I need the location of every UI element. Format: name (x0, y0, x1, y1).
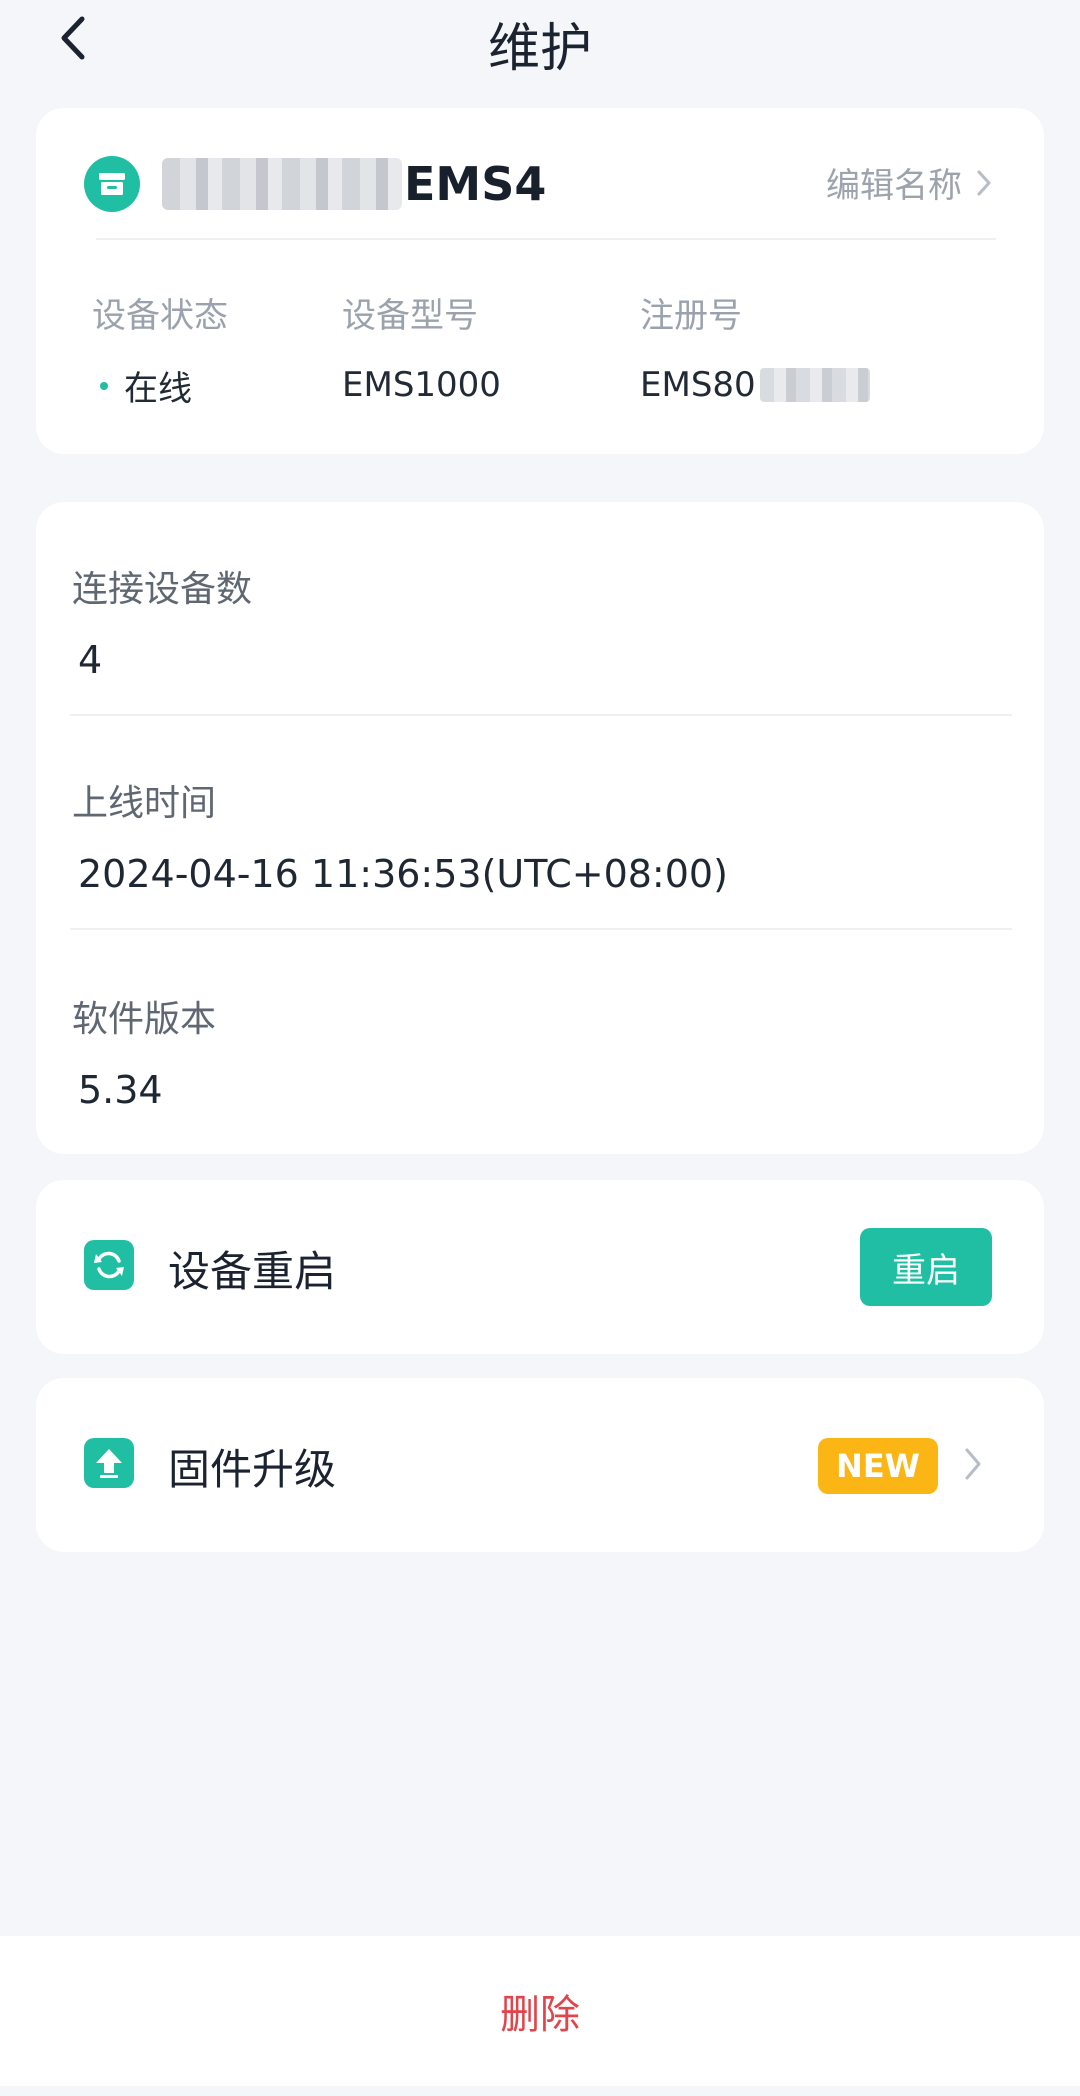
redacted-registration-block (759, 368, 870, 402)
status-value-row: 在线 (92, 361, 228, 410)
bottom-action-bar: 删除 (0, 1936, 1080, 2086)
firmware-upgrade-card[interactable]: 固件升级 NEW (36, 1378, 1044, 1552)
restart-button[interactable]: 重启 (860, 1228, 992, 1306)
new-badge: NEW (818, 1438, 938, 1494)
model-column: 设备型号 EMS1000 (342, 288, 501, 405)
online-time-row: 上线时间 2024-04-16 11:36:53(UTC+08:00) (72, 774, 1008, 896)
device-info-card: EMS4 编辑名称 设备状态 在线 设备型号 EMS1000 注册号 EMS80 (36, 108, 1044, 454)
status-column: 设备状态 在线 (92, 288, 228, 410)
software-version-label: 软件版本 (72, 999, 217, 1040)
model-label: 设备型号 (342, 296, 478, 336)
online-dot-icon (100, 381, 108, 390)
divider (70, 714, 1012, 716)
registration-column: 注册号 EMS80 (640, 288, 870, 405)
device-name-suffix: EMS4 (404, 157, 547, 211)
firmware-upgrade-label: 固件升级 (168, 1445, 337, 1494)
chevron-right-icon (977, 170, 991, 195)
device-details-card: 连接设备数 4 上线时间 2024-04-16 11:36:53(UTC+08:… (36, 502, 1044, 1154)
status-label: 设备状态 (92, 296, 228, 336)
edit-name-label: 编辑名称 (826, 166, 962, 206)
restart-label: 设备重启 (168, 1247, 337, 1296)
refresh-icon (84, 1240, 134, 1290)
maintenance-page: 维护 EMS4 编辑名称 设备状态 在线 设备型号 EMS1000 注册号 EM… (0, 0, 1080, 2096)
registration-label: 注册号 (640, 296, 742, 336)
connected-devices-value: 4 (78, 638, 103, 682)
online-time-label: 上线时间 (72, 783, 217, 824)
redacted-name-block (162, 158, 402, 210)
software-version-row: 软件版本 5.34 (72, 990, 1008, 1112)
status-value: 在线 (124, 369, 192, 409)
online-time-value: 2024-04-16 11:36:53(UTC+08:00) (78, 852, 728, 896)
model-value: EMS1000 (342, 365, 501, 405)
divider (96, 238, 996, 240)
device-archive-icon (84, 156, 140, 212)
registration-value-row: EMS80 (640, 365, 870, 405)
upload-arrow-icon (84, 1438, 134, 1488)
divider (70, 928, 1012, 930)
connected-devices-row: 连接设备数 4 (72, 560, 1008, 682)
edit-name-link[interactable]: 编辑名称 (826, 158, 992, 207)
connected-devices-label: 连接设备数 (72, 569, 253, 610)
registration-value: EMS80 (640, 365, 756, 405)
software-version-value: 5.34 (78, 1068, 163, 1112)
top-bar: 维护 (0, 0, 1080, 80)
device-name: EMS4 (162, 152, 546, 216)
page-title: 维护 (487, 19, 592, 79)
delete-button[interactable]: 删除 (500, 1982, 580, 2040)
restart-card: 设备重启 重启 (36, 1180, 1044, 1354)
chevron-right-icon (965, 1448, 981, 1480)
